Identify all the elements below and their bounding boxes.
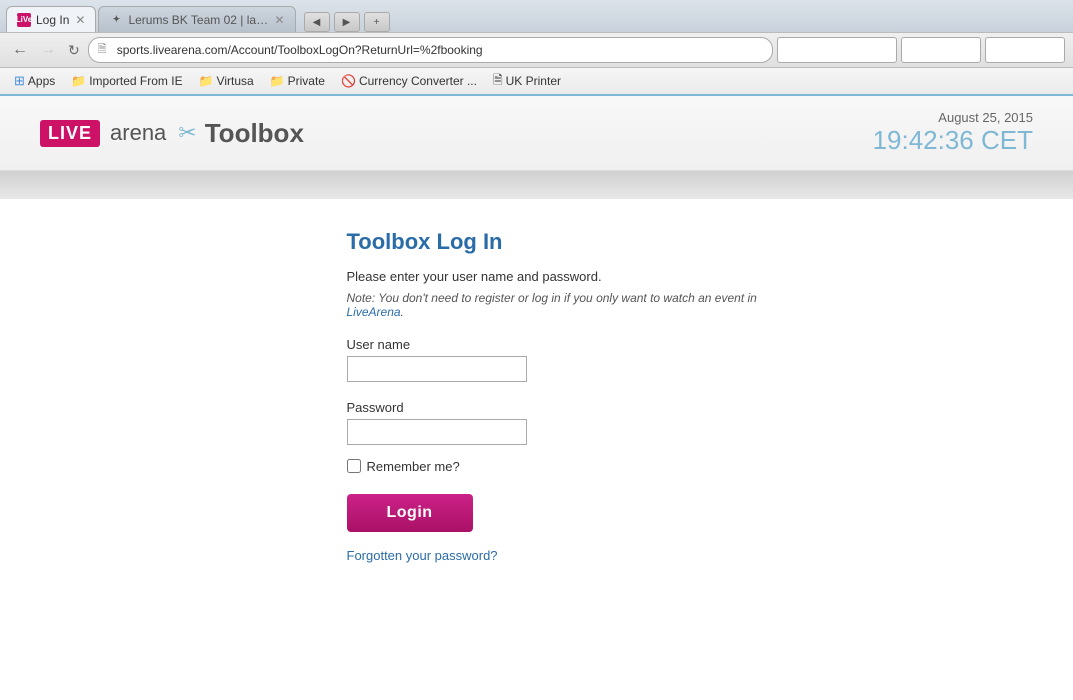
tab-controls: ◀ ▶ + <box>304 12 390 32</box>
tab-favicon-live: LiVe <box>17 13 31 27</box>
password-input[interactable] <box>347 419 527 445</box>
tab-lerums[interactable]: ✦ Lerums BK Team 02 | lage... ✕ <box>98 6 295 32</box>
tab-bar: LiVe Log In ✕ ✦ Lerums BK Team 02 | lage… <box>0 0 1073 32</box>
url-page-icon: 🗎 <box>98 41 107 60</box>
tab-close-lerums[interactable]: ✕ <box>274 13 284 27</box>
crowd-silhouette <box>0 619 1073 626</box>
browser-chrome: LiVe Log In ✕ ✦ Lerums BK Team 02 | lage… <box>0 0 1073 96</box>
bookmark-private-label: Private <box>288 74 325 88</box>
folder-icon-private: 📁 <box>270 74 285 88</box>
tab-close-login[interactable]: ✕ <box>75 13 85 27</box>
login-section: Toolbox Log In Please enter your user na… <box>287 229 787 563</box>
forgot-password-link[interactable]: Forgotten your password? <box>347 548 787 563</box>
folder-icon-virtusa: 📁 <box>199 74 214 88</box>
ukprinter-icon: 🗎 <box>493 71 503 92</box>
gray-banner <box>0 171 1073 199</box>
password-label: Password <box>347 400 787 415</box>
search-input-2[interactable] <box>901 37 981 63</box>
back-button[interactable]: ← <box>8 39 32 61</box>
time-display: 19:42:36 CET <box>873 125 1033 156</box>
date-display: August 25, 2015 <box>873 110 1033 125</box>
username-label: User name <box>347 337 787 352</box>
tab-label-lerums: Lerums BK Team 02 | lage... <box>128 13 268 27</box>
site-header: LIVE arena ✂ Toolbox August 25, 2015 19:… <box>0 96 1073 171</box>
livearena-link[interactable]: LiveArena <box>347 305 401 319</box>
datetime-area: August 25, 2015 19:42:36 CET <box>873 110 1033 156</box>
search-input-3[interactable] <box>985 37 1065 63</box>
logo-live: LIVE <box>40 120 100 147</box>
remember-label[interactable]: Remember me? <box>367 459 460 474</box>
address-bar: ← → ↻ 🗎 <box>0 32 1073 68</box>
bookmark-private[interactable]: 📁 Private <box>264 72 331 90</box>
scissors-icon: ✂ <box>178 120 196 146</box>
tab-back-btn[interactable]: ◀ <box>304 12 330 32</box>
tab-favicon-lerums: ✦ <box>109 13 123 27</box>
username-input[interactable] <box>347 356 527 382</box>
login-note-text: Note: You don't need to register or log … <box>347 291 757 319</box>
remember-checkbox[interactable] <box>347 459 361 473</box>
remember-row: Remember me? <box>347 459 787 474</box>
bookmarks-bar: ⊞ Apps 📁 Imported From IE 📁 Virtusa 📁 Pr… <box>0 68 1073 96</box>
login-title: Toolbox Log In <box>347 229 787 255</box>
bookmark-ukprinter-label: UK Printer <box>506 74 561 88</box>
bookmark-imported-from-ie[interactable]: 📁 Imported From IE <box>65 72 188 90</box>
username-group: User name <box>347 337 787 382</box>
bookmark-virtusa-label: Virtusa <box>217 74 254 88</box>
login-button[interactable]: Login <box>347 494 473 532</box>
bookmark-apps-label: Apps <box>28 74 55 88</box>
bookmark-virtusa[interactable]: 📁 Virtusa <box>193 72 260 90</box>
url-bar-wrap: 🗎 <box>88 37 773 63</box>
bookmark-apps[interactable]: ⊞ Apps <box>8 71 61 91</box>
folder-icon-imported: 📁 <box>71 74 86 88</box>
tab-label-login: Log In <box>36 13 69 27</box>
search-input-1[interactable] <box>777 37 897 63</box>
page-content: LIVE arena ✂ Toolbox August 25, 2015 19:… <box>0 96 1073 626</box>
logo-toolbox: Toolbox <box>205 118 304 149</box>
tab-login[interactable]: LiVe Log In ✕ <box>6 6 96 32</box>
logo-arena: arena <box>110 120 166 146</box>
tab-forward-btn[interactable]: ▶ <box>334 12 360 32</box>
bookmark-ukprinter[interactable]: 🗎 UK Printer <box>487 69 567 94</box>
apps-icon: ⊞ <box>14 73 25 89</box>
login-note: Note: You don't need to register or log … <box>347 291 787 319</box>
logo-area: LIVE arena ✂ Toolbox <box>40 118 304 149</box>
main-area: Toolbox Log In Please enter your user na… <box>0 199 1073 599</box>
login-description: Please enter your user name and password… <box>347 267 787 287</box>
new-tab-btn[interactable]: + <box>364 12 390 32</box>
bookmark-currency[interactable]: 🚫 Currency Converter ... <box>335 72 483 90</box>
bookmark-currency-label: Currency Converter ... <box>359 74 477 88</box>
bookmark-imported-label: Imported From IE <box>89 74 182 88</box>
currency-icon: 🚫 <box>341 74 356 88</box>
forward-button[interactable]: → <box>36 39 60 61</box>
reload-button[interactable]: ↻ <box>64 40 84 61</box>
password-group: Password <box>347 400 787 445</box>
url-input[interactable] <box>88 37 773 63</box>
